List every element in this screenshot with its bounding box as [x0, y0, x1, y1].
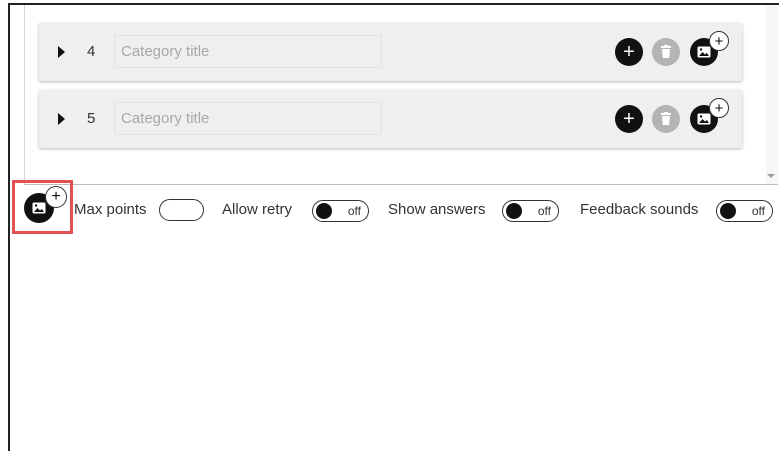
plus-icon: + — [623, 108, 635, 130]
show-answers-label: Show answers — [388, 201, 486, 218]
trash-icon — [661, 112, 671, 125]
add-item-button[interactable]: + — [615, 105, 643, 133]
allow-retry-label: Allow retry — [222, 201, 293, 218]
chevron-down-icon[interactable] — [767, 174, 775, 178]
image-add-badge[interactable]: + — [709, 31, 729, 51]
category-row: 5 + + — [39, 90, 742, 148]
category-number: 5 — [87, 110, 96, 127]
allow-retry-toggle[interactable]: off — [312, 200, 369, 222]
category-row: 4 + + — [39, 23, 742, 81]
add-item-button[interactable]: + — [615, 38, 643, 66]
category-title-input[interactable] — [114, 102, 382, 135]
frame-left-border — [8, 3, 10, 451]
image-icon — [32, 202, 46, 214]
plus-icon: + — [623, 41, 635, 63]
image-add-badge[interactable]: + — [45, 186, 67, 208]
toggle-knob — [506, 203, 522, 219]
toggle-knob — [720, 203, 736, 219]
show-answers-toggle[interactable]: off — [502, 200, 559, 222]
plus-icon: + — [714, 32, 724, 50]
feedback-sounds-label: Feedback sounds — [580, 201, 699, 218]
max-points-input[interactable] — [159, 199, 204, 221]
caret-right-icon[interactable] — [58, 113, 65, 125]
max-points-label: Max points — [74, 201, 147, 218]
plus-icon: + — [51, 188, 61, 205]
image-icon — [697, 113, 711, 125]
image-icon — [697, 46, 711, 58]
toggle-state: off — [347, 204, 361, 218]
image-add-badge[interactable]: + — [709, 98, 729, 118]
toggle-knob — [316, 203, 332, 219]
delete-button[interactable] — [652, 38, 680, 66]
toggle-state: off — [537, 204, 551, 218]
trash-icon — [661, 45, 671, 58]
category-title-input[interactable] — [114, 35, 382, 68]
category-number: 4 — [87, 43, 96, 60]
vertical-scrollbar[interactable] — [766, 5, 778, 184]
feedback-sounds-toggle[interactable]: off — [716, 200, 773, 222]
delete-button[interactable] — [652, 105, 680, 133]
caret-right-icon[interactable] — [58, 46, 65, 58]
toggle-state: off — [751, 204, 765, 218]
categories-scroll-panel[interactable]: 4 + + 5 + — [24, 5, 778, 185]
plus-icon: + — [714, 99, 724, 117]
